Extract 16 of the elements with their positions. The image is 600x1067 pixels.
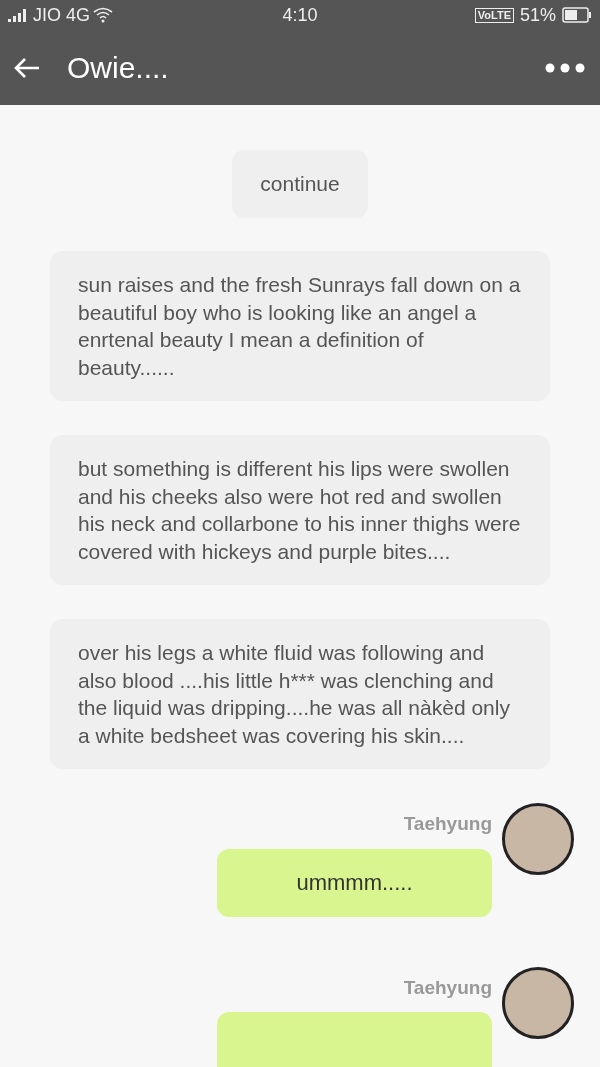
- message-bubble: ummmm.....: [217, 848, 492, 917]
- wifi-icon: [93, 7, 113, 23]
- continue-button[interactable]: continue: [232, 150, 368, 218]
- back-arrow-icon: [13, 55, 41, 80]
- battery-icon: [562, 7, 592, 23]
- volte-badge: VoLTE: [474, 7, 514, 23]
- sender-name: Taehyung: [403, 975, 492, 1000]
- carrier-label: JIO 4G: [33, 3, 90, 27]
- narration-text: over his legs a white fluid was following and also blood ....his little h*** was clenching and the liquid was dripping....he was all nàkèd only a white bedsheet was covering his skin....: [78, 640, 511, 749]
- sender-name: Taehyung: [403, 812, 492, 836]
- narration-text: but something is different his lips were swollen and his cheeks also were hot red and swollen his neck and collarbone to his inner thighs were covered with hickeys and purple bites....: [78, 456, 522, 565]
- chat-title: Owie....: [67, 50, 170, 86]
- narration-text: sun raises and the fresh Sunrays fall down on a beautiful boy who is looking like an angel a enrtenal beauty I mean a definition of beauty......: [78, 272, 522, 381]
- more-icon: [545, 62, 585, 73]
- clock-time: 4:10: [281, 3, 319, 27]
- battery-percent: 51%: [520, 3, 556, 27]
